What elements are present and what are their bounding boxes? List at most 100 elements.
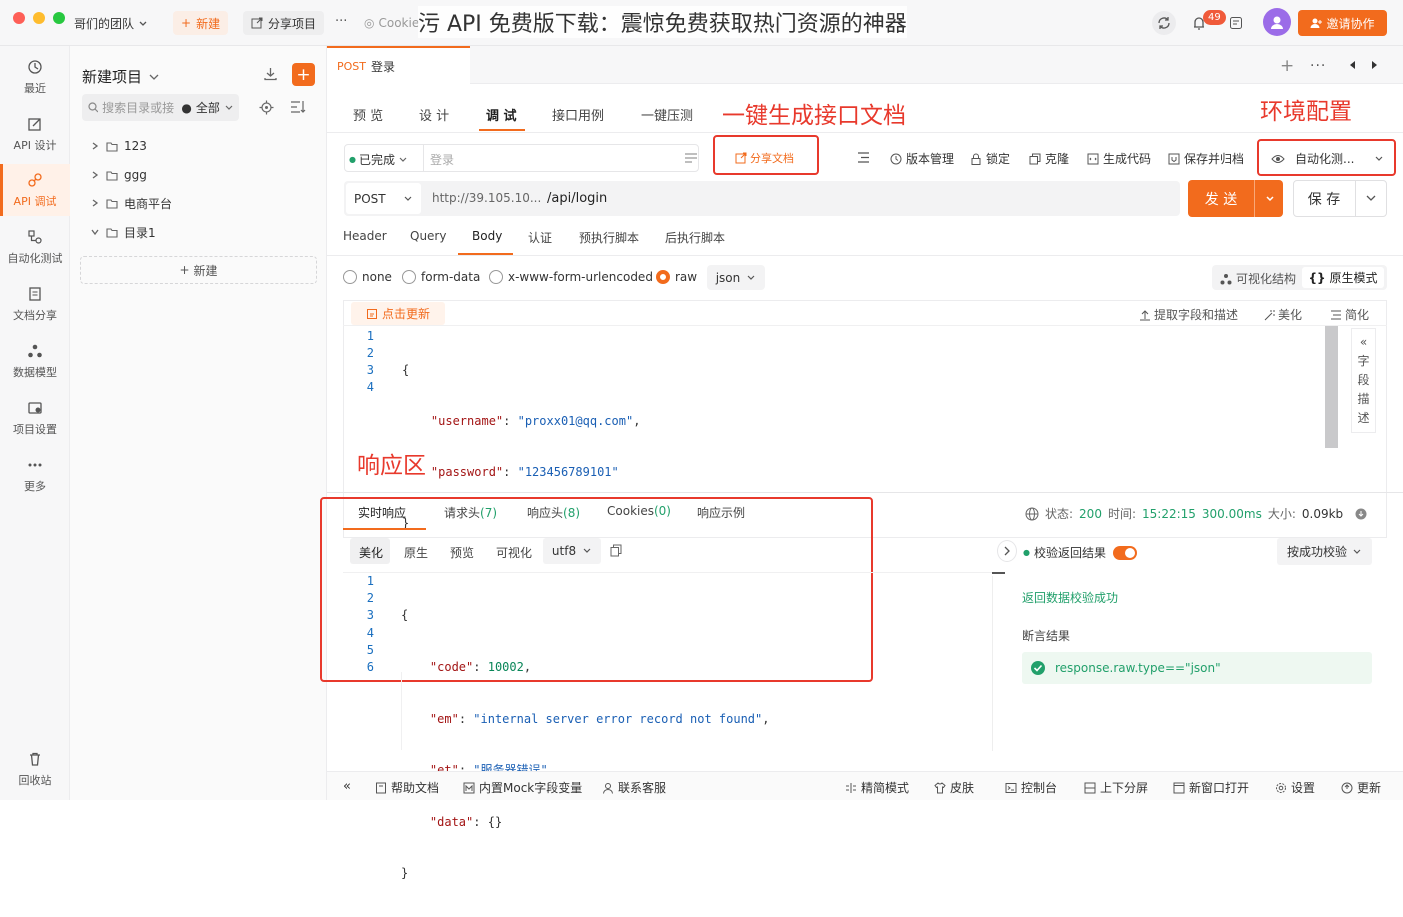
tab-prev-button[interactable]	[1348, 60, 1356, 70]
body-type-raw[interactable]: raw	[656, 270, 697, 284]
validate-toggle[interactable]	[1113, 545, 1137, 560]
extract-fields-button[interactable]: 提取字段和描述	[1139, 306, 1238, 323]
settings-button[interactable]: 设置	[1275, 779, 1315, 796]
response-view-beautify[interactable]: 美化	[359, 544, 383, 561]
compact-mode-button[interactable]: 精简模式	[845, 779, 909, 796]
save-archive-button[interactable]: 保存并归档	[1168, 150, 1244, 167]
method-select[interactable]: POST	[346, 183, 421, 214]
add-tab-button[interactable]: +	[1280, 56, 1294, 76]
share-project-button[interactable]: 分享项目	[243, 11, 325, 35]
new-button[interactable]: + 新建	[173, 11, 229, 35]
outline-button[interactable]	[857, 152, 870, 163]
console-button[interactable]: 控制台	[1005, 779, 1057, 796]
gen-code-button[interactable]: 生成代码	[1087, 150, 1151, 167]
send-options-button[interactable]	[1256, 180, 1283, 217]
new-window-button[interactable]: 新窗口打开	[1173, 779, 1249, 796]
collapse-validation-button[interactable]	[997, 540, 1017, 562]
param-tab-header[interactable]: Header	[343, 229, 387, 243]
tab-stress[interactable]: 一键压测	[641, 105, 693, 124]
nav-api-debug[interactable]: API 调试	[0, 164, 70, 216]
param-tab-post-script[interactable]: 后执行脚本	[665, 229, 725, 246]
description-icon[interactable]	[684, 152, 698, 164]
locate-button[interactable]	[251, 94, 281, 121]
collapse-sidebar-button[interactable]: «	[343, 779, 351, 794]
version-button[interactable]: 版本管理	[890, 150, 954, 167]
response-body-code[interactable]: 123456 { "code": 10002, "em": "internal …	[344, 573, 770, 880]
param-tab-query[interactable]: Query	[410, 229, 446, 243]
url-path-input[interactable]: /api/login	[547, 191, 607, 206]
sort-button[interactable]	[290, 100, 306, 114]
import-button[interactable]	[263, 66, 278, 81]
response-view-visual[interactable]: 可视化	[496, 544, 532, 561]
beautify-button[interactable]: 美化	[1263, 306, 1302, 323]
contact-support-button[interactable]: 联系客服	[602, 779, 666, 796]
param-tab-body[interactable]: Body	[472, 229, 502, 243]
view-mode-visual[interactable]: 可视化结构	[1220, 270, 1296, 287]
tab-debug[interactable]: 调 试	[486, 105, 517, 124]
mock-vars-button[interactable]: 内置Mock字段变量	[463, 779, 582, 796]
avatar[interactable]	[1263, 8, 1291, 36]
editor-scrollbar[interactable]	[1325, 326, 1338, 448]
nav-doc-share[interactable]: 文档分享	[0, 278, 70, 330]
skin-button[interactable]: 皮肤	[934, 779, 974, 796]
raw-format-select[interactable]: json	[707, 265, 765, 290]
cookie-tab[interactable]: ◎ Cookie	[364, 16, 419, 30]
request-tab[interactable]: POST 登录	[327, 46, 470, 84]
url-host[interactable]: http://39.105.10...	[432, 191, 541, 205]
field-description-panel-toggle[interactable]: « 字段描述	[1351, 328, 1376, 433]
nav-trash[interactable]: 回收站	[0, 743, 70, 795]
close-window-button[interactable]	[13, 12, 25, 24]
response-tab-realtime[interactable]: 实时响应	[358, 504, 406, 521]
copy-response-button[interactable]	[610, 544, 622, 557]
save-button[interactable]: 保 存	[1293, 180, 1355, 217]
response-view-raw[interactable]: 原生	[404, 544, 428, 561]
nav-more[interactable]: 更多	[0, 449, 70, 501]
save-options-button[interactable]	[1365, 193, 1377, 203]
body-type-form-data[interactable]: form-data	[402, 270, 480, 284]
encoding-select[interactable]: utf8	[543, 538, 601, 564]
nav-data-model[interactable]: 数据模型	[0, 335, 70, 387]
more-menu-button[interactable]: ···	[335, 14, 347, 29]
body-type-urlencoded[interactable]: x-www-form-urlencoded	[489, 270, 653, 284]
tab-design[interactable]: 设 计	[419, 105, 449, 124]
tree-item-ecommerce[interactable]: 电商平台	[90, 191, 172, 215]
tab-preview[interactable]: 预 览	[353, 105, 383, 124]
minimize-window-button[interactable]	[33, 12, 45, 24]
view-mode-raw[interactable]: {} 原生模式	[1302, 267, 1384, 288]
response-scrollbar[interactable]	[992, 572, 1005, 574]
refresh-button[interactable]: 点击更新	[351, 302, 445, 325]
update-button[interactable]: 更新	[1341, 779, 1381, 796]
status-select[interactable]: ● 已完成	[349, 151, 408, 168]
send-button[interactable]: 发 送	[1188, 180, 1254, 217]
body-type-none[interactable]: none	[343, 270, 392, 284]
request-body-code[interactable]: 1234 { "username": "proxx01@qq.com", "pa…	[344, 328, 641, 530]
inbox-button[interactable]	[1229, 16, 1243, 30]
tree-item-123[interactable]: 123	[90, 134, 147, 158]
sync-button[interactable]	[1152, 11, 1176, 35]
tree-item-ggg[interactable]: ggg	[90, 163, 147, 187]
add-item-button[interactable]: +	[292, 63, 315, 86]
invite-button[interactable]: 邀请协作	[1298, 10, 1387, 36]
nav-recent[interactable]: 最近	[0, 51, 70, 103]
response-tab-example[interactable]: 响应示例	[697, 504, 745, 521]
response-tab-cookies[interactable]: Cookies(0)	[607, 504, 671, 518]
tree-search-input[interactable]: 搜索目录或接口 ● 全部	[82, 94, 239, 121]
validate-mode-select[interactable]: 按成功校验	[1277, 538, 1372, 565]
team-selector[interactable]: 哥们的团队	[74, 15, 148, 32]
maximize-window-button[interactable]	[53, 12, 65, 24]
tab-cases[interactable]: 接口用例	[552, 105, 604, 124]
tab-next-button[interactable]	[1371, 60, 1379, 70]
share-doc-button[interactable]: 分享文档	[735, 150, 794, 166]
help-docs-button[interactable]: 帮助文档	[375, 779, 439, 796]
tab-menu-button[interactable]: ···	[1310, 58, 1326, 74]
nav-api-design[interactable]: API 设计	[0, 108, 70, 160]
tree-filter[interactable]: 全部	[196, 99, 220, 116]
split-view-button[interactable]: 上下分屏	[1084, 779, 1148, 796]
clone-button[interactable]: 克隆	[1029, 150, 1069, 167]
nav-project-settings[interactable]: 项目设置	[0, 392, 70, 444]
request-name-input[interactable]: 登录	[430, 151, 454, 168]
response-tab-resp-headers[interactable]: 响应头(8)	[527, 504, 580, 521]
response-tab-req-headers[interactable]: 请求头(7)	[444, 504, 497, 521]
nav-automation[interactable]: 自动化测试	[0, 221, 70, 273]
lock-button[interactable]: 锁定	[970, 150, 1010, 167]
